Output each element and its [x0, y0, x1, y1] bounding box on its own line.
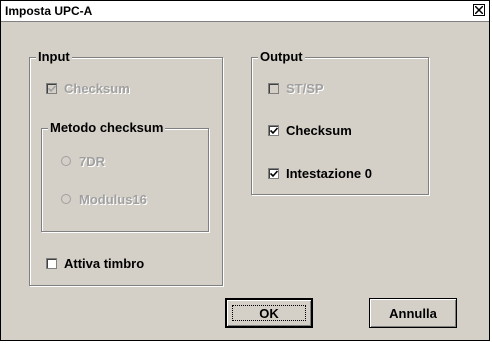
header0-label: Intestazione 0: [286, 165, 372, 181]
cancel-button[interactable]: Annulla: [369, 298, 457, 328]
input-checksum-label: Checksum: [64, 80, 130, 96]
window-title: Imposta UPC-A: [5, 4, 93, 18]
checkbox-box: [46, 82, 57, 94]
checkbox-box: [268, 167, 279, 179]
header0-checkbox[interactable]: Intestazione 0: [268, 165, 372, 181]
radio-button: [61, 194, 71, 204]
cancel-button-label: Annulla: [389, 305, 437, 321]
method-checksum-legend: Metodo checksum: [48, 120, 166, 135]
checkbox-box: [268, 124, 279, 136]
stamp-checkbox[interactable]: Attiva timbro: [46, 255, 144, 271]
output-checksum-checkbox[interactable]: Checksum: [268, 122, 352, 138]
focus-rectangle: [232, 305, 306, 321]
radio-button: [61, 156, 71, 166]
method-checksum-group: Metodo checksum 7DR Modulus16: [41, 120, 209, 232]
radio-7dr[interactable]: 7DR: [61, 153, 105, 169]
ok-button[interactable]: OK: [225, 298, 313, 328]
checkbox-box: [46, 257, 57, 269]
output-group-legend: Output: [258, 49, 305, 64]
stsp-checkbox[interactable]: ST/SP: [268, 80, 324, 96]
input-checksum-checkbox[interactable]: Checksum: [46, 80, 130, 96]
output-group: Output ST/SP Checksum Intestazione 0: [251, 49, 429, 195]
checkbox-box: [268, 82, 279, 94]
dialog-window: Imposta UPC-A Input Checksum Metodo chec…: [0, 0, 490, 341]
close-icon[interactable]: [473, 4, 485, 16]
radio-modulus16-label: Modulus16: [79, 191, 147, 207]
radio-7dr-label: 7DR: [79, 153, 106, 169]
title-bar: Imposta UPC-A: [1, 1, 489, 22]
radio-modulus16[interactable]: Modulus16: [61, 191, 147, 207]
input-group: Input Checksum Metodo checksum 7DR Modul…: [29, 49, 223, 286]
output-checksum-label: Checksum: [286, 122, 352, 138]
stamp-label: Attiva timbro: [64, 255, 145, 271]
stsp-label: ST/SP: [286, 80, 324, 96]
input-group-legend: Input: [36, 49, 72, 64]
